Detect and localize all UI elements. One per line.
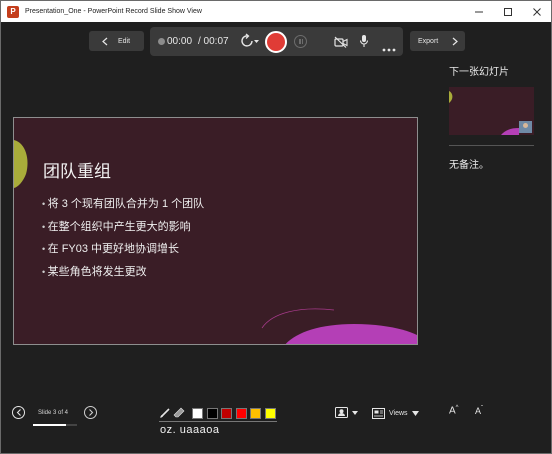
next-slide-button[interactable] bbox=[84, 406, 97, 419]
window-controls bbox=[464, 1, 551, 22]
chevron-right-icon bbox=[88, 409, 93, 416]
pen-icon bbox=[160, 408, 170, 418]
title-bar: P Presentation_One - PowerPoint Record S… bbox=[1, 1, 551, 22]
ink-color-swatch[interactable] bbox=[235, 408, 247, 419]
more-options-icon bbox=[382, 48, 396, 52]
panel-divider bbox=[449, 145, 534, 146]
slide-bullet: 某些角色将发生更改 bbox=[42, 263, 204, 286]
caret-down-icon bbox=[411, 410, 419, 416]
ink-color-swatch[interactable] bbox=[192, 408, 203, 419]
retake-icon bbox=[241, 33, 259, 47]
recording-controls: 00:00 / 00:07 bbox=[150, 27, 403, 56]
ink-caption-underline bbox=[159, 421, 277, 422]
camera-mode-button[interactable] bbox=[335, 406, 361, 420]
increase-font-label: A bbox=[449, 405, 456, 417]
record-slide-show-window: P Presentation_One - PowerPoint Record S… bbox=[0, 0, 552, 454]
ink-color-swatch[interactable] bbox=[250, 408, 261, 419]
retake-button[interactable] bbox=[238, 33, 260, 49]
edit-button[interactable]: Edit bbox=[89, 31, 144, 51]
maximize-icon bbox=[503, 7, 512, 16]
ink-color-swatch[interactable] bbox=[264, 408, 276, 419]
slide-counter: Slide 3 of 4 bbox=[38, 410, 69, 416]
next-slide-label: 下一张幻灯片 bbox=[449, 67, 509, 78]
export-label: Export bbox=[418, 37, 439, 45]
ink-color-swatch[interactable] bbox=[206, 408, 218, 419]
previous-slide-button[interactable] bbox=[12, 406, 25, 419]
camera-mode-icon bbox=[335, 407, 358, 418]
recording-status-dot bbox=[158, 38, 165, 45]
slide-bullet-list: 将 3 个现有团队合并为 1 个团队 在整个组织中产生更大的影响 在 FY03 … bbox=[42, 195, 204, 285]
close-icon bbox=[532, 7, 541, 16]
window-title: Presentation_One - PowerPoint Record Sli… bbox=[25, 8, 202, 15]
camera-preview-avatar bbox=[519, 121, 532, 133]
chevron-right-icon bbox=[452, 37, 459, 45]
chevron-left-icon bbox=[102, 37, 108, 45]
close-button[interactable] bbox=[522, 1, 551, 22]
export-button[interactable]: Export bbox=[410, 31, 465, 51]
minimize-icon bbox=[474, 11, 483, 12]
views-label: Views bbox=[389, 409, 408, 417]
slide-progress-fill bbox=[33, 424, 66, 426]
increase-font-button[interactable]: A^ bbox=[449, 405, 459, 416]
powerpoint-icon: P bbox=[7, 5, 19, 18]
pen-tool[interactable] bbox=[159, 406, 172, 419]
slide-title: 团队重组 bbox=[43, 162, 111, 181]
camera-off-icon bbox=[334, 36, 348, 48]
record-button[interactable] bbox=[265, 31, 287, 53]
edit-label: Edit bbox=[118, 37, 131, 45]
slide-bullet: 将 3 个现有团队合并为 1 个团队 bbox=[42, 195, 204, 218]
ink-caption: oz. uaaaoa bbox=[160, 424, 220, 436]
minimize-button[interactable] bbox=[464, 1, 493, 22]
maximize-button[interactable] bbox=[493, 1, 522, 22]
decrease-font-button[interactable]: Aˇ bbox=[475, 406, 483, 416]
current-slide[interactable]: 团队重组 将 3 个现有团队合并为 1 个团队 在整个组织中产生更大的影响 在 … bbox=[13, 117, 418, 345]
speaker-notes: 无备注。 bbox=[449, 160, 489, 171]
views-icon bbox=[372, 407, 385, 419]
slide-progress bbox=[33, 424, 77, 426]
total-time: / 00:07 bbox=[198, 36, 229, 47]
microphone-icon bbox=[359, 35, 369, 47]
ink-color-swatch[interactable] bbox=[221, 408, 232, 419]
chevron-left-icon bbox=[16, 409, 21, 416]
more-options-button[interactable] bbox=[382, 39, 396, 57]
slide-bullet: 在 FY03 中更好地协调增长 bbox=[42, 240, 204, 263]
slide-bullet: 在整个组织中产生更大的影响 bbox=[42, 218, 204, 241]
eraser-icon bbox=[173, 407, 185, 418]
microphone-button[interactable] bbox=[359, 34, 369, 53]
views-button[interactable]: Views bbox=[372, 406, 419, 420]
camera-off-button[interactable] bbox=[334, 35, 348, 53]
elapsed-time: 00:00 bbox=[167, 36, 193, 47]
eraser-tool[interactable] bbox=[173, 406, 186, 419]
next-slide-thumbnail[interactable] bbox=[449, 87, 534, 135]
pause-button[interactable] bbox=[294, 35, 307, 48]
